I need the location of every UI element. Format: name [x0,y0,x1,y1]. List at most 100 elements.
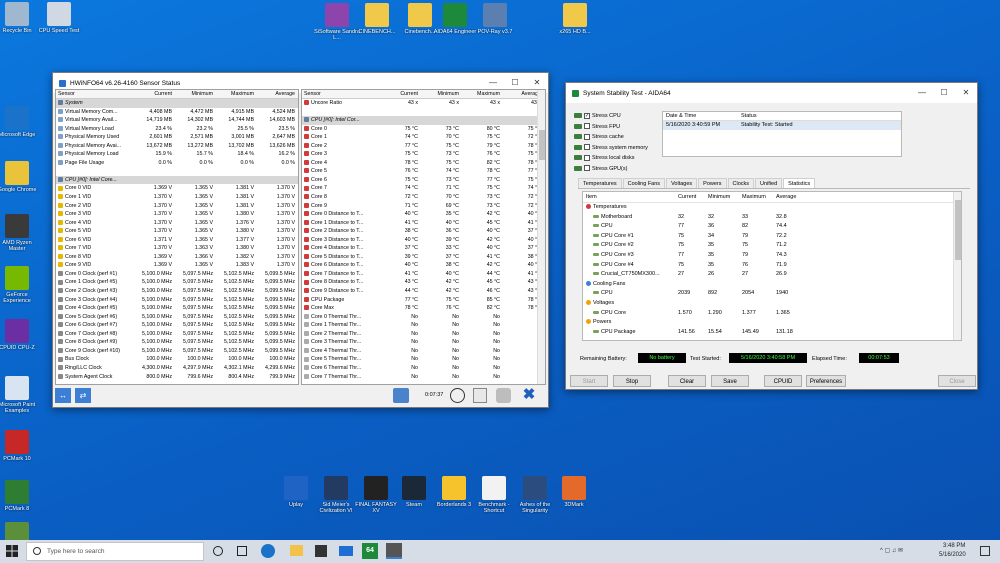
taskbar-search[interactable]: Type here to search [26,542,204,561]
sensor-row[interactable]: Core 9 Distance to T... 44 °C 42 °C 46 °C 43… [302,287,545,296]
sensor-row[interactable]: Physical Memory Avai... 13,672 MB 13,272 M… [56,142,298,151]
task-view-grid-icon[interactable] [234,543,250,559]
sensor-row[interactable]: Core 3 VID 1.370 V 1.365 V 1.380 V 1.370 V [56,210,298,219]
desktop-icon[interactable]: Microsoft Paint Examples [0,376,40,414]
stress-option[interactable]: ✓ Stress CPU [574,111,664,122]
tab-statistics[interactable]: Statistics [783,178,816,188]
sensor-row[interactable]: Core 6 75 °C 73 °C 77 °C 75 °C [302,176,545,185]
nav-right-button[interactable]: ⇄ [75,388,91,403]
desktop-icon[interactable]: Recycle Bin [0,2,40,34]
notification-icon[interactable] [980,546,990,556]
mail-icon[interactable] [338,543,354,559]
sensor-row[interactable]: Core 1 Distance to T... 41 °C 40 °C 45 °C 41… [302,219,545,228]
sensor-group-row[interactable]: CPU [#0]: Intel Cor... [302,116,545,125]
desktop-icon[interactable]: PCMark 10 [0,430,40,462]
stress-option[interactable]: Stress local disks [574,153,664,164]
column-header[interactable]: Current [380,90,421,98]
sensor-row[interactable]: Core 7 VID 1.370 V 1.363 V 1.380 V 1.370 V [56,244,298,253]
sensor-group-row[interactable]: System [56,99,298,108]
sensor-row[interactable]: Core 0 Clock (perf #1) 5,100.0 MHz 5,097.5… [56,270,298,279]
sensor-row[interactable]: Core 3 Thermal Thr... No No No [302,338,545,347]
stress-checkbox[interactable] [584,165,590,172]
column-header[interactable]: Minimum [421,90,462,98]
sensor-row[interactable]: Core 9 71 °C 69 °C 73 °C 72 °C [302,202,545,211]
tab-temperatures[interactable]: Temperatures [578,178,622,188]
start-button-windows[interactable] [6,545,18,557]
sensor-row[interactable]: Core 7 Clock (perf #8) 5,100.0 MHz 5,097.5… [56,330,298,339]
cpuid-button[interactable]: CPUID [764,375,802,387]
sensor-row[interactable]: Physical Memory Load 15.9 % 15.7 % 18.4 % 16… [56,150,298,159]
maximize-button[interactable]: ☐ [933,83,955,103]
hwinfo-window[interactable]: HWiNFO64 v6.26-4160 Sensor Status — ☐ ✕ … [52,72,549,408]
column-header[interactable]: Current [134,90,175,98]
sensor-row[interactable]: Core 9 Clock (perf #10) 5,100.0 MHz 5,097.… [56,347,298,356]
desktop-icon[interactable]: Google Chrome [0,161,40,193]
desktop-icon[interactable]: Benchmark - Shortcut [471,476,517,514]
aida64-taskbar-icon[interactable]: 64 [362,543,378,559]
clock-icon[interactable] [450,388,465,403]
desktop-icon[interactable]: CPU Speed Test [36,2,82,34]
stat-column-header[interactable]: Minimum [705,192,739,202]
stress-option[interactable]: Stress cache [574,132,664,143]
sensor-row[interactable]: Core 6 Thermal Thr... No No No [302,364,545,373]
hwinfo-right-table[interactable]: Sensor Current Minimum Maximum Average Uncor… [301,89,546,385]
sensor-row[interactable]: Core 5 Thermal Thr... No No No [302,355,545,364]
stat-scrollbar[interactable] [953,192,961,340]
nav-left-button[interactable]: ↔ [55,388,71,403]
desktop-icon[interactable]: CPUID CPU-Z [0,319,40,351]
explorer-icon[interactable] [288,543,304,559]
stress-checkbox[interactable] [584,144,590,151]
clear-button[interactable]: Clear [668,375,706,387]
sensor-row[interactable]: Core 8 VID 1.369 V 1.366 V 1.382 V 1.370 V [56,253,298,262]
stat-group-row[interactable]: Powers [583,318,961,328]
sensor-row[interactable]: Core 2 VID 1.370 V 1.365 V 1.381 V 1.370 V [56,202,298,211]
sensor-row[interactable]: Core 1 Clock (perf #5) 5,100.0 MHz 5,097.5… [56,278,298,287]
sensor-row[interactable]: Core 2 Distance to T... 38 °C 36 °C 40 °C 37… [302,227,545,236]
sensor-row[interactable]: Core 9 VID 1.369 V 1.365 V 1.383 V 1.370 V [56,261,298,270]
sensor-row[interactable]: Core 0 Distance to T... 40 °C 35 °C 42 °C 40… [302,210,545,219]
close-button[interactable]: ✕ [955,83,977,103]
hwinfo-left-table[interactable]: Sensor Current Minimum Maximum Average Syste… [55,89,299,385]
sensor-row[interactable]: Core 2 Thermal Thr... No No No [302,330,545,339]
sensor-row[interactable]: Core 8 Distance to T... 43 °C 42 °C 45 °C 43… [302,278,545,287]
sensor-row[interactable]: Page File Usage 0.0 % 0.0 % 0.0 % 0.0 % [56,159,298,168]
sensor-row[interactable]: Core 0 Thermal Thr... No No No [302,313,545,322]
sensor-row[interactable]: Core 6 Clock (perf #7) 5,100.0 MHz 5,097.5… [56,321,298,330]
stat-row[interactable]: Motherboard 32 32 33 32.8 [583,213,961,223]
close-dialog-button[interactable]: Close [938,375,976,387]
sensor-row[interactable]: Core 7 Thermal Thr... No No No [302,373,545,382]
desktop-icon[interactable]: AMD Ryzen Master [0,214,40,252]
column-header[interactable]: Maximum [216,90,257,98]
sensor-row[interactable]: Ring/LLC Clock 4,300.0 MHz 4,297.9 MHz 4,30… [56,364,298,373]
sensor-row[interactable]: Core 4 Thermal Thr... No No No [302,347,545,356]
sensor-row[interactable]: Bus Clock 100.0 MHz 100.0 MHz 100.0 MHz 100.… [56,355,298,364]
sensor-row[interactable]: Core 3 Clock (perf #4) 5,100.0 MHz 5,097.5… [56,296,298,305]
stress-checkbox[interactable] [584,123,590,130]
stat-column-header[interactable]: Average [773,192,807,202]
tab-powers[interactable]: Powers [698,178,727,188]
sensor-row[interactable]: Core 4 VID 1.370 V 1.365 V 1.376 V 1.370 V [56,219,298,228]
desktop-icon[interactable]: PCMark 8 [0,480,40,512]
sensor-row[interactable]: Core 4 Distance to T... 37 °C 33 °C 40 °C 37… [302,244,545,253]
preferences-button[interactable]: Preferences [806,375,846,387]
stat-row[interactable]: CPU 77 36 82 74.4 [583,222,961,232]
column-header[interactable]: Sensor [302,90,380,98]
statistics-table[interactable]: Item Current Minimum Maximum Average Tempera… [582,191,962,341]
stat-row[interactable]: CPU Core #1 75 34 79 72.2 [583,232,961,242]
stat-column-header[interactable]: Current [675,192,705,202]
stat-row[interactable]: Crucial_CT750MX300... 27 26 27 26.9 [583,270,961,280]
sensor-row[interactable]: Core 8 72 °C 70 °C 73 °C 72 °C [302,193,545,202]
stat-row[interactable]: CPU Core #4 75 35 76 71.9 [583,261,961,271]
stat-row[interactable]: CPU Core 1.570 1.290 1.377 1.365 [583,309,961,319]
start-button[interactable]: Start [570,375,608,387]
desktop-icon[interactable]: x265 HD B... [552,3,598,35]
hwinfo-taskbar-icon[interactable] [386,543,402,559]
desktop-icon[interactable]: GeForce Experience [0,266,40,304]
sensor-row[interactable]: Core 4 Clock (perf #5) 5,100.0 MHz 5,097.5… [56,304,298,313]
desktop-icon[interactable]: 3DMark [551,476,597,508]
stat-column-header[interactable]: Maximum [739,192,773,202]
system-tray[interactable]: ^ ▢ ♫ ✉ [880,547,930,555]
tab-voltages[interactable]: Voltages [666,178,698,188]
sensor-row[interactable]: Core Max 78 °C 76 °C 82 °C 78 °C [302,304,545,313]
stress-checkbox[interactable] [584,154,590,161]
